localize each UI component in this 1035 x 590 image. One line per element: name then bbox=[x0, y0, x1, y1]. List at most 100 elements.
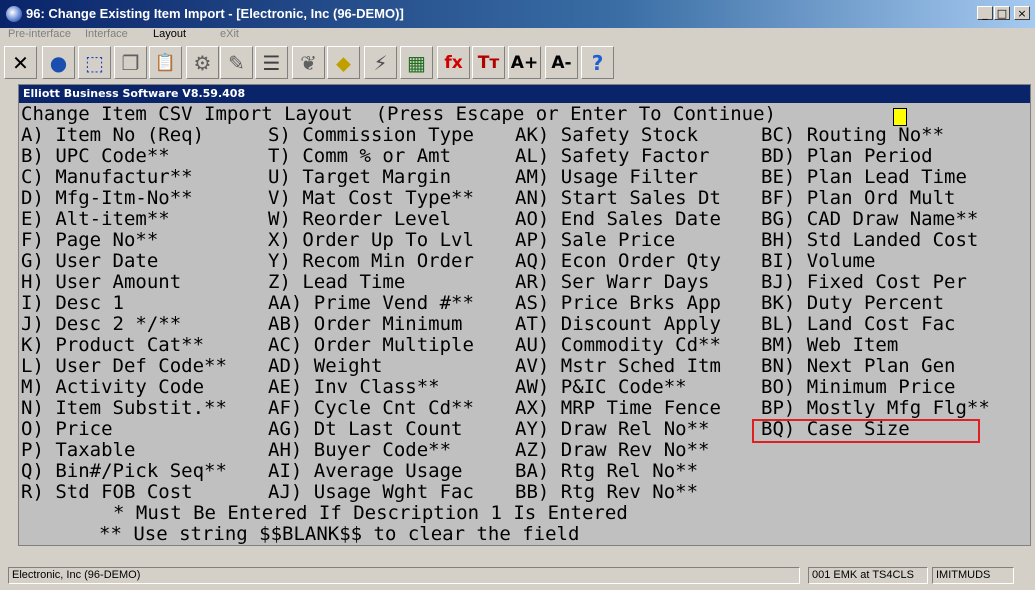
menu-bar: Pre-interface Interface Layout eXit bbox=[0, 28, 1035, 44]
field-option: AA) Prime Vend #** bbox=[268, 292, 474, 314]
toolbar-text-format-button[interactable]: Tт bbox=[472, 46, 505, 79]
toolbar-paste-button[interactable]: 📋 bbox=[149, 46, 182, 79]
field-option: BK) Duty Percent bbox=[761, 292, 945, 314]
paste-icon: 📋 bbox=[154, 52, 177, 73]
toolbar: ✕ ● ⬚ ❐ 📋 ⚙ ✎ ☰ ❦ ⬥ ⚡ ▦ fx Tт A+ A-? bbox=[0, 45, 1035, 81]
toolbar-globe-button[interactable]: ● bbox=[42, 46, 75, 79]
field-option: AT) Discount Apply bbox=[515, 313, 721, 335]
field-option: U) Target Margin bbox=[268, 166, 452, 188]
field-option: AY) Draw Rel No** bbox=[515, 418, 710, 440]
field-option: AB) Order Minimum bbox=[268, 313, 463, 335]
field-option: AK) Safety Stock bbox=[515, 124, 699, 146]
field-option: AR) Ser Warr Days bbox=[515, 271, 710, 293]
users-icon: ❦ bbox=[300, 50, 317, 75]
field-option: BF) Plan Ord Mult bbox=[761, 187, 956, 209]
field-option: B) UPC Code** bbox=[21, 145, 170, 167]
field-option: AF) Cycle Cnt Cd** bbox=[268, 397, 474, 419]
toolbar-tag-button[interactable]: ⬥ bbox=[327, 46, 360, 79]
field-option: V) Mat Cost Type** bbox=[268, 187, 474, 209]
font-decrease-icon: A- bbox=[551, 52, 572, 73]
field-option: AH) Buyer Code** bbox=[268, 439, 452, 461]
field-option: F) Page No** bbox=[21, 229, 159, 251]
field-option: BD) Plan Period bbox=[761, 145, 933, 167]
field-option: J) Desc 2 */** bbox=[21, 313, 182, 335]
close-button[interactable]: × bbox=[1014, 6, 1030, 20]
field-option: K) Product Cat** bbox=[21, 334, 205, 356]
select-box-icon: ⬚ bbox=[85, 50, 104, 75]
window-titlebar: 96: Change Existing Item Import - [Elect… bbox=[0, 0, 1035, 28]
field-option: R) Std FOB Cost bbox=[21, 481, 193, 503]
copy-icon: ❐ bbox=[121, 50, 140, 75]
toolbar-calendar-button[interactable]: ▦ bbox=[400, 46, 433, 79]
field-option: AV) Mstr Sched Itm bbox=[515, 355, 721, 377]
toolbar-font-increase-button[interactable]: A+ bbox=[508, 46, 541, 79]
field-option: BI) Volume bbox=[761, 250, 876, 272]
menu-pre-interface[interactable]: Pre-interface bbox=[8, 28, 71, 40]
toolbar-lightning-button[interactable]: ⚡ bbox=[364, 46, 397, 79]
toolbar-edit-button[interactable]: ✎ bbox=[220, 46, 253, 79]
calendar-icon: ▦ bbox=[407, 50, 426, 75]
field-option: AE) Inv Class** bbox=[268, 376, 440, 398]
text-format-icon: Tт bbox=[477, 52, 500, 73]
field-option: BE) Plan Lead Time bbox=[761, 166, 967, 188]
field-option: AM) Usage Filter bbox=[515, 166, 699, 188]
status-program: IMITMUDS bbox=[932, 567, 1014, 584]
footnote-blank: ** Use string $$BLANK$$ to clear the fie… bbox=[99, 523, 580, 545]
field-option: Q) Bin#/Pick Seq** bbox=[21, 460, 227, 482]
field-option: D) Mfg-Itm-No** bbox=[21, 187, 193, 209]
tag-icon: ⬥ bbox=[336, 50, 351, 75]
toolbar-select-box-button[interactable]: ⬚ bbox=[78, 46, 111, 79]
toolbar-copy-button[interactable]: ❐ bbox=[114, 46, 147, 79]
menu-interface[interactable]: Interface bbox=[85, 28, 128, 40]
lightning-icon: ⚡ bbox=[373, 50, 388, 75]
app-globe-icon[interactable] bbox=[6, 6, 22, 22]
field-option: BC) Routing No** bbox=[761, 124, 945, 146]
status-user: 001 EMK at TS4CLS bbox=[808, 567, 928, 584]
field-option: Z) Lead Time bbox=[268, 271, 406, 293]
menu-exit[interactable]: eXit bbox=[220, 28, 239, 40]
screen-header: Change Item CSV Import Layout (Press Esc… bbox=[21, 103, 776, 125]
field-option: BQ) Case Size bbox=[761, 418, 910, 440]
gear-icon: ⚙ bbox=[193, 50, 212, 75]
list-icon: ☰ bbox=[262, 50, 281, 75]
field-option: AS) Price Brks App bbox=[515, 292, 721, 314]
field-option: A) Item No (Req) bbox=[21, 124, 205, 146]
field-option: E) Alt-item** bbox=[21, 208, 170, 230]
toolbar-gear-button[interactable]: ⚙ bbox=[186, 46, 219, 79]
field-option: W) Reorder Level bbox=[268, 208, 452, 230]
field-option: S) Commission Type bbox=[268, 124, 474, 146]
field-option: AP) Sale Price bbox=[515, 229, 676, 251]
font-increase-icon: A+ bbox=[510, 52, 539, 73]
field-option: BO) Minimum Price bbox=[761, 376, 956, 398]
globe-icon: ● bbox=[49, 50, 68, 75]
field-option: BN) Next Plan Gen bbox=[761, 355, 956, 377]
toolbar-users-button[interactable]: ❦ bbox=[292, 46, 325, 79]
field-option: BP) Mostly Mfg Flg** bbox=[761, 397, 990, 419]
toolbar-close-x-button[interactable]: ✕ bbox=[4, 46, 37, 79]
field-option: P) Taxable bbox=[21, 439, 136, 461]
field-option: T) Comm % or Amt bbox=[268, 145, 452, 167]
field-option: N) Item Substit.** bbox=[21, 397, 227, 419]
field-option: AX) MRP Time Fence bbox=[515, 397, 721, 419]
terminal-title: Elliott Business Software V8.59.408 bbox=[19, 85, 1030, 103]
field-option: C) Manufactur** bbox=[21, 166, 193, 188]
field-option: AQ) Econ Order Qty bbox=[515, 250, 721, 272]
field-option: X) Order Up To Lvl bbox=[268, 229, 474, 251]
minimize-button[interactable]: _ bbox=[977, 6, 993, 20]
toolbar-font-decrease-button[interactable]: A- bbox=[545, 46, 578, 79]
field-option: M) Activity Code bbox=[21, 376, 205, 398]
window-title: 96: Change Existing Item Import - [Elect… bbox=[26, 6, 404, 21]
help-icon: ? bbox=[591, 50, 604, 75]
toolbar-function-button[interactable]: fx bbox=[437, 46, 470, 79]
field-option: AL) Safety Factor bbox=[515, 145, 710, 167]
field-option: AI) Average Usage bbox=[268, 460, 463, 482]
function-icon: fx bbox=[444, 52, 463, 73]
field-option: AJ) Usage Wght Fac bbox=[268, 481, 474, 503]
field-option: AN) Start Sales Dt bbox=[515, 187, 721, 209]
menu-layout[interactable]: Layout bbox=[153, 28, 186, 40]
toolbar-list-button[interactable]: ☰ bbox=[255, 46, 288, 79]
maximize-button[interactable]: □ bbox=[994, 6, 1010, 20]
toolbar-help-button[interactable]: ? bbox=[581, 46, 614, 79]
field-option: BL) Land Cost Fac bbox=[761, 313, 956, 335]
field-option: BH) Std Landed Cost bbox=[761, 229, 979, 251]
